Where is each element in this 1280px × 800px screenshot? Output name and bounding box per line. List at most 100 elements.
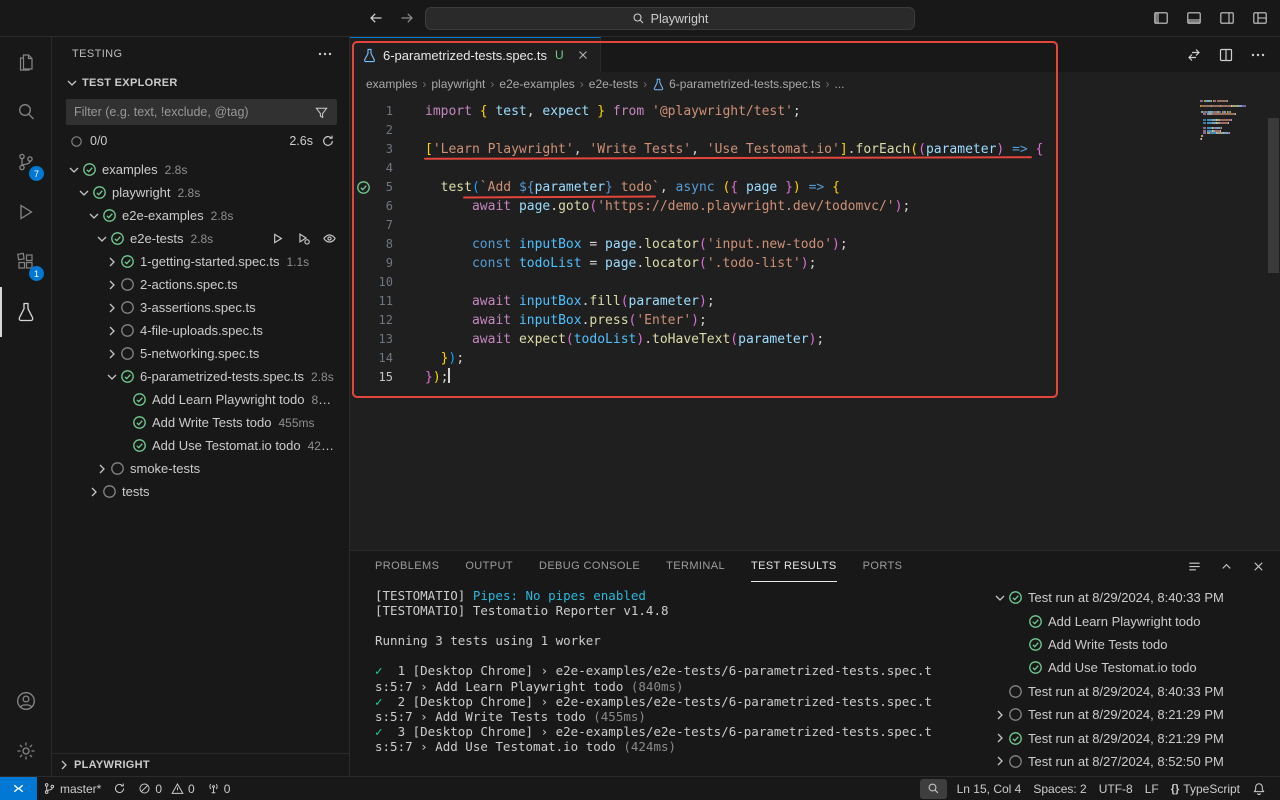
code-line-15[interactable]: 15});: [350, 368, 1280, 387]
gutter[interactable]: 12: [350, 311, 393, 330]
breadcrumb-item[interactable]: 6-parametrized-tests.spec.ts: [652, 77, 820, 91]
filter-icon[interactable]: [314, 105, 329, 120]
split-editor-button[interactable]: [1218, 47, 1234, 63]
gutter-test-pass-icon[interactable]: [356, 180, 371, 195]
gutter[interactable]: 10: [350, 273, 393, 292]
code-line-6[interactable]: 6 await page.goto('https://demo.playwrig…: [350, 197, 1280, 216]
editor-more-actions-button[interactable]: [1250, 47, 1266, 63]
gutter[interactable]: 5: [350, 178, 393, 197]
gutter[interactable]: 7: [350, 216, 393, 235]
chevron-right-icon[interactable]: [992, 707, 1008, 723]
sync-button[interactable]: [107, 777, 132, 800]
forward-button[interactable]: [399, 10, 415, 26]
chevron-right-icon[interactable]: [104, 254, 120, 270]
panel-tab-test-results[interactable]: TEST RESULTS: [751, 551, 837, 582]
code-line-9[interactable]: 9 const todoList = page.locator('.todo-l…: [350, 254, 1280, 273]
code-line-4[interactable]: 4: [350, 159, 1280, 178]
minimap[interactable]: [1200, 100, 1264, 140]
command-center-search[interactable]: Playwright: [425, 7, 915, 30]
test-result-item[interactable]: Test run at 8/29/2024, 8:21:29 PM: [984, 726, 1280, 749]
test-result-item[interactable]: Test run at 8/29/2024, 8:21:29 PM: [984, 703, 1280, 726]
test-tree-item[interactable]: examples2.8s: [52, 158, 349, 181]
indentation-item[interactable]: Spaces: 2: [1027, 777, 1092, 800]
zoom-indicator[interactable]: [920, 779, 947, 799]
chevron-right-icon[interactable]: [86, 484, 102, 500]
gutter[interactable]: 15: [350, 368, 393, 387]
activity-source-control[interactable]: 7: [0, 137, 51, 187]
breadcrumb-item[interactable]: e2e-examples: [499, 77, 574, 91]
test-result-item[interactable]: [984, 773, 1280, 776]
tab-close-button[interactable]: [576, 48, 590, 62]
chevron-right-icon[interactable]: [992, 730, 1008, 746]
test-result-item[interactable]: Add Learn Playwright todo: [984, 609, 1280, 632]
panel-maximize-icon[interactable]: [1219, 559, 1234, 574]
gutter[interactable]: 13: [350, 330, 393, 349]
activity-accounts[interactable]: [0, 676, 51, 726]
gutter[interactable]: 1: [350, 102, 393, 121]
chevron-right-icon[interactable]: [992, 753, 1008, 769]
test-tree-item[interactable]: 5-networking.spec.ts: [52, 342, 349, 365]
open-changes-button[interactable]: [1186, 47, 1202, 63]
test-tree-item[interactable]: 2-actions.spec.ts: [52, 273, 349, 296]
gutter[interactable]: 9: [350, 254, 393, 273]
playwright-section-header[interactable]: PLAYWRIGHT: [52, 753, 349, 776]
test-result-item[interactable]: Test run at 8/27/2024, 8:52:50 PM: [984, 750, 1280, 773]
activity-run-debug[interactable]: [0, 187, 51, 237]
gutter[interactable]: 14: [350, 349, 393, 368]
chevron-right-icon[interactable]: [104, 300, 120, 316]
gutter[interactable]: 8: [350, 235, 393, 254]
code-editor[interactable]: 1import { test, expect } from '@playwrig…: [350, 96, 1280, 550]
panel-tab-ports[interactable]: PORTS: [863, 551, 903, 582]
code-line-11[interactable]: 11 await inputBox.fill(parameter);: [350, 292, 1280, 311]
chevron-down-icon[interactable]: [992, 590, 1008, 606]
test-explorer-section-header[interactable]: TEST EXPLORER: [52, 71, 349, 94]
chevron-down-icon[interactable]: [94, 231, 110, 247]
gutter[interactable]: 2: [350, 121, 393, 140]
chevron-right-icon[interactable]: [104, 277, 120, 293]
filter-input[interactable]: [74, 105, 314, 119]
editor-scrollbar[interactable]: [1268, 118, 1279, 273]
breadcrumb-item[interactable]: examples: [366, 77, 417, 91]
debug-test-button[interactable]: [296, 231, 311, 246]
chevron-right-icon[interactable]: [104, 323, 120, 339]
code-line-7[interactable]: 7: [350, 216, 1280, 235]
test-tree-item[interactable]: Add Learn Playwright todo840ms: [52, 388, 349, 411]
test-result-item[interactable]: Add Use Testomat.io todo: [984, 656, 1280, 679]
code-line-1[interactable]: 1import { test, expect } from '@playwrig…: [350, 102, 1280, 121]
breadcrumb-item[interactable]: ...: [835, 77, 845, 91]
encoding-item[interactable]: UTF-8: [1093, 777, 1139, 800]
gutter[interactable]: 4: [350, 159, 393, 178]
code-line-3[interactable]: 3['Learn Playwright', 'Write Tests', 'Us…: [350, 140, 1280, 159]
cursor-position-item[interactable]: Ln 15, Col 4: [951, 777, 1028, 800]
test-tree-item[interactable]: Add Write Tests todo455ms: [52, 411, 349, 434]
code-line-2[interactable]: 2: [350, 121, 1280, 140]
panel-tab-problems[interactable]: PROBLEMS: [375, 551, 439, 582]
more-actions-icon[interactable]: [317, 46, 333, 62]
code-line-13[interactable]: 13 await expect(todoList).toHaveText(par…: [350, 330, 1280, 349]
chevron-down-icon[interactable]: [86, 208, 102, 224]
code-line-12[interactable]: 12 await inputBox.press('Enter');: [350, 311, 1280, 330]
eol-item[interactable]: LF: [1139, 777, 1165, 800]
panel-tab-terminal[interactable]: TERMINAL: [666, 551, 725, 582]
chevron-down-icon[interactable]: [66, 162, 82, 178]
test-tree-item[interactable]: 6-parametrized-tests.spec.ts2.8s: [52, 365, 349, 388]
editor-tab[interactable]: 6-parametrized-tests.spec.ts U: [350, 37, 601, 72]
git-branch-item[interactable]: master*: [37, 777, 107, 800]
code-line-8[interactable]: 8 const inputBox = page.locator('input.n…: [350, 235, 1280, 254]
gutter[interactable]: 11: [350, 292, 393, 311]
activity-search[interactable]: [0, 87, 51, 137]
gutter[interactable]: 6: [350, 197, 393, 216]
chevron-down-icon[interactable]: [104, 369, 120, 385]
chevron-right-icon[interactable]: [104, 346, 120, 362]
activity-settings[interactable]: [0, 726, 51, 776]
activity-testing[interactable]: [0, 287, 51, 337]
test-tree-item[interactable]: 3-assertions.spec.ts: [52, 296, 349, 319]
test-tree-item[interactable]: 1-getting-started.spec.ts1.1s: [52, 250, 349, 273]
test-tree-item[interactable]: tests: [52, 480, 349, 503]
test-tree-item[interactable]: Add Use Testomat.io todo424ms: [52, 434, 349, 457]
test-tree-item[interactable]: playwright2.8s: [52, 181, 349, 204]
gutter[interactable]: 3: [350, 140, 393, 159]
test-result-item[interactable]: Test run at 8/29/2024, 8:40:33 PM: [984, 586, 1280, 609]
customize-layout-icon[interactable]: [1252, 10, 1268, 26]
test-tree-item[interactable]: e2e-tests2.8s: [52, 227, 349, 250]
